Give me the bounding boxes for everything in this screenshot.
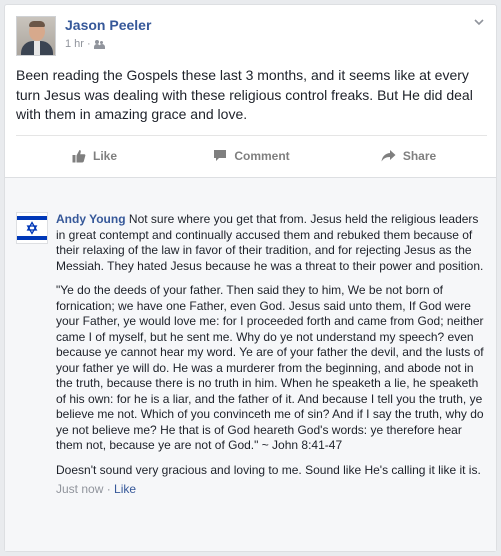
comment-body: Andy Young Not sure where you get that f… <box>56 212 486 498</box>
meta-separator: · <box>86 38 91 50</box>
post-card: Jason Peeler 1 hr · Been reading the Gos… <box>4 4 497 552</box>
share-arrow-icon <box>381 150 396 162</box>
comment-bubble-icon <box>214 150 227 161</box>
share-label: Share <box>402 148 437 163</box>
comment-label: Comment <box>234 148 290 163</box>
author-avatar[interactable] <box>16 16 56 56</box>
post-text: Been reading the Gospels these last 3 mo… <box>16 67 473 122</box>
comment-paragraph-1: Andy Young Not sure where you get that f… <box>56 212 486 274</box>
commenter-avatar[interactable] <box>16 212 48 244</box>
share-button[interactable]: Share <box>330 136 487 175</box>
post-author-name[interactable]: Jason Peeler <box>65 17 151 33</box>
comment-author-name[interactable]: Andy Young <box>56 212 126 226</box>
comment-like-link[interactable]: Like <box>114 482 136 496</box>
post-meta: 1 hr · <box>65 38 105 50</box>
like-label: Like <box>92 148 117 163</box>
comment-paragraph-2: "Ye do the deeds of your father. Then sa… <box>56 283 484 452</box>
post-action-bar: Like Comment Share <box>16 135 487 175</box>
comment-button[interactable]: Comment <box>173 136 330 175</box>
friends-icon[interactable] <box>93 39 105 49</box>
post-timestamp[interactable]: 1 hr <box>65 38 84 50</box>
comment-paragraph-3: Doesn't sound very gracious and loving t… <box>56 462 481 477</box>
thumbs-up-icon <box>72 149 86 162</box>
chevron-down-icon[interactable] <box>472 15 486 29</box>
comment-timestamp[interactable]: Just now <box>56 482 103 496</box>
israel-flag-icon <box>17 213 47 243</box>
like-button[interactable]: Like <box>16 136 173 175</box>
comment-footer-separator: · <box>106 482 111 496</box>
comment-footer: Just now · Like <box>56 482 486 498</box>
